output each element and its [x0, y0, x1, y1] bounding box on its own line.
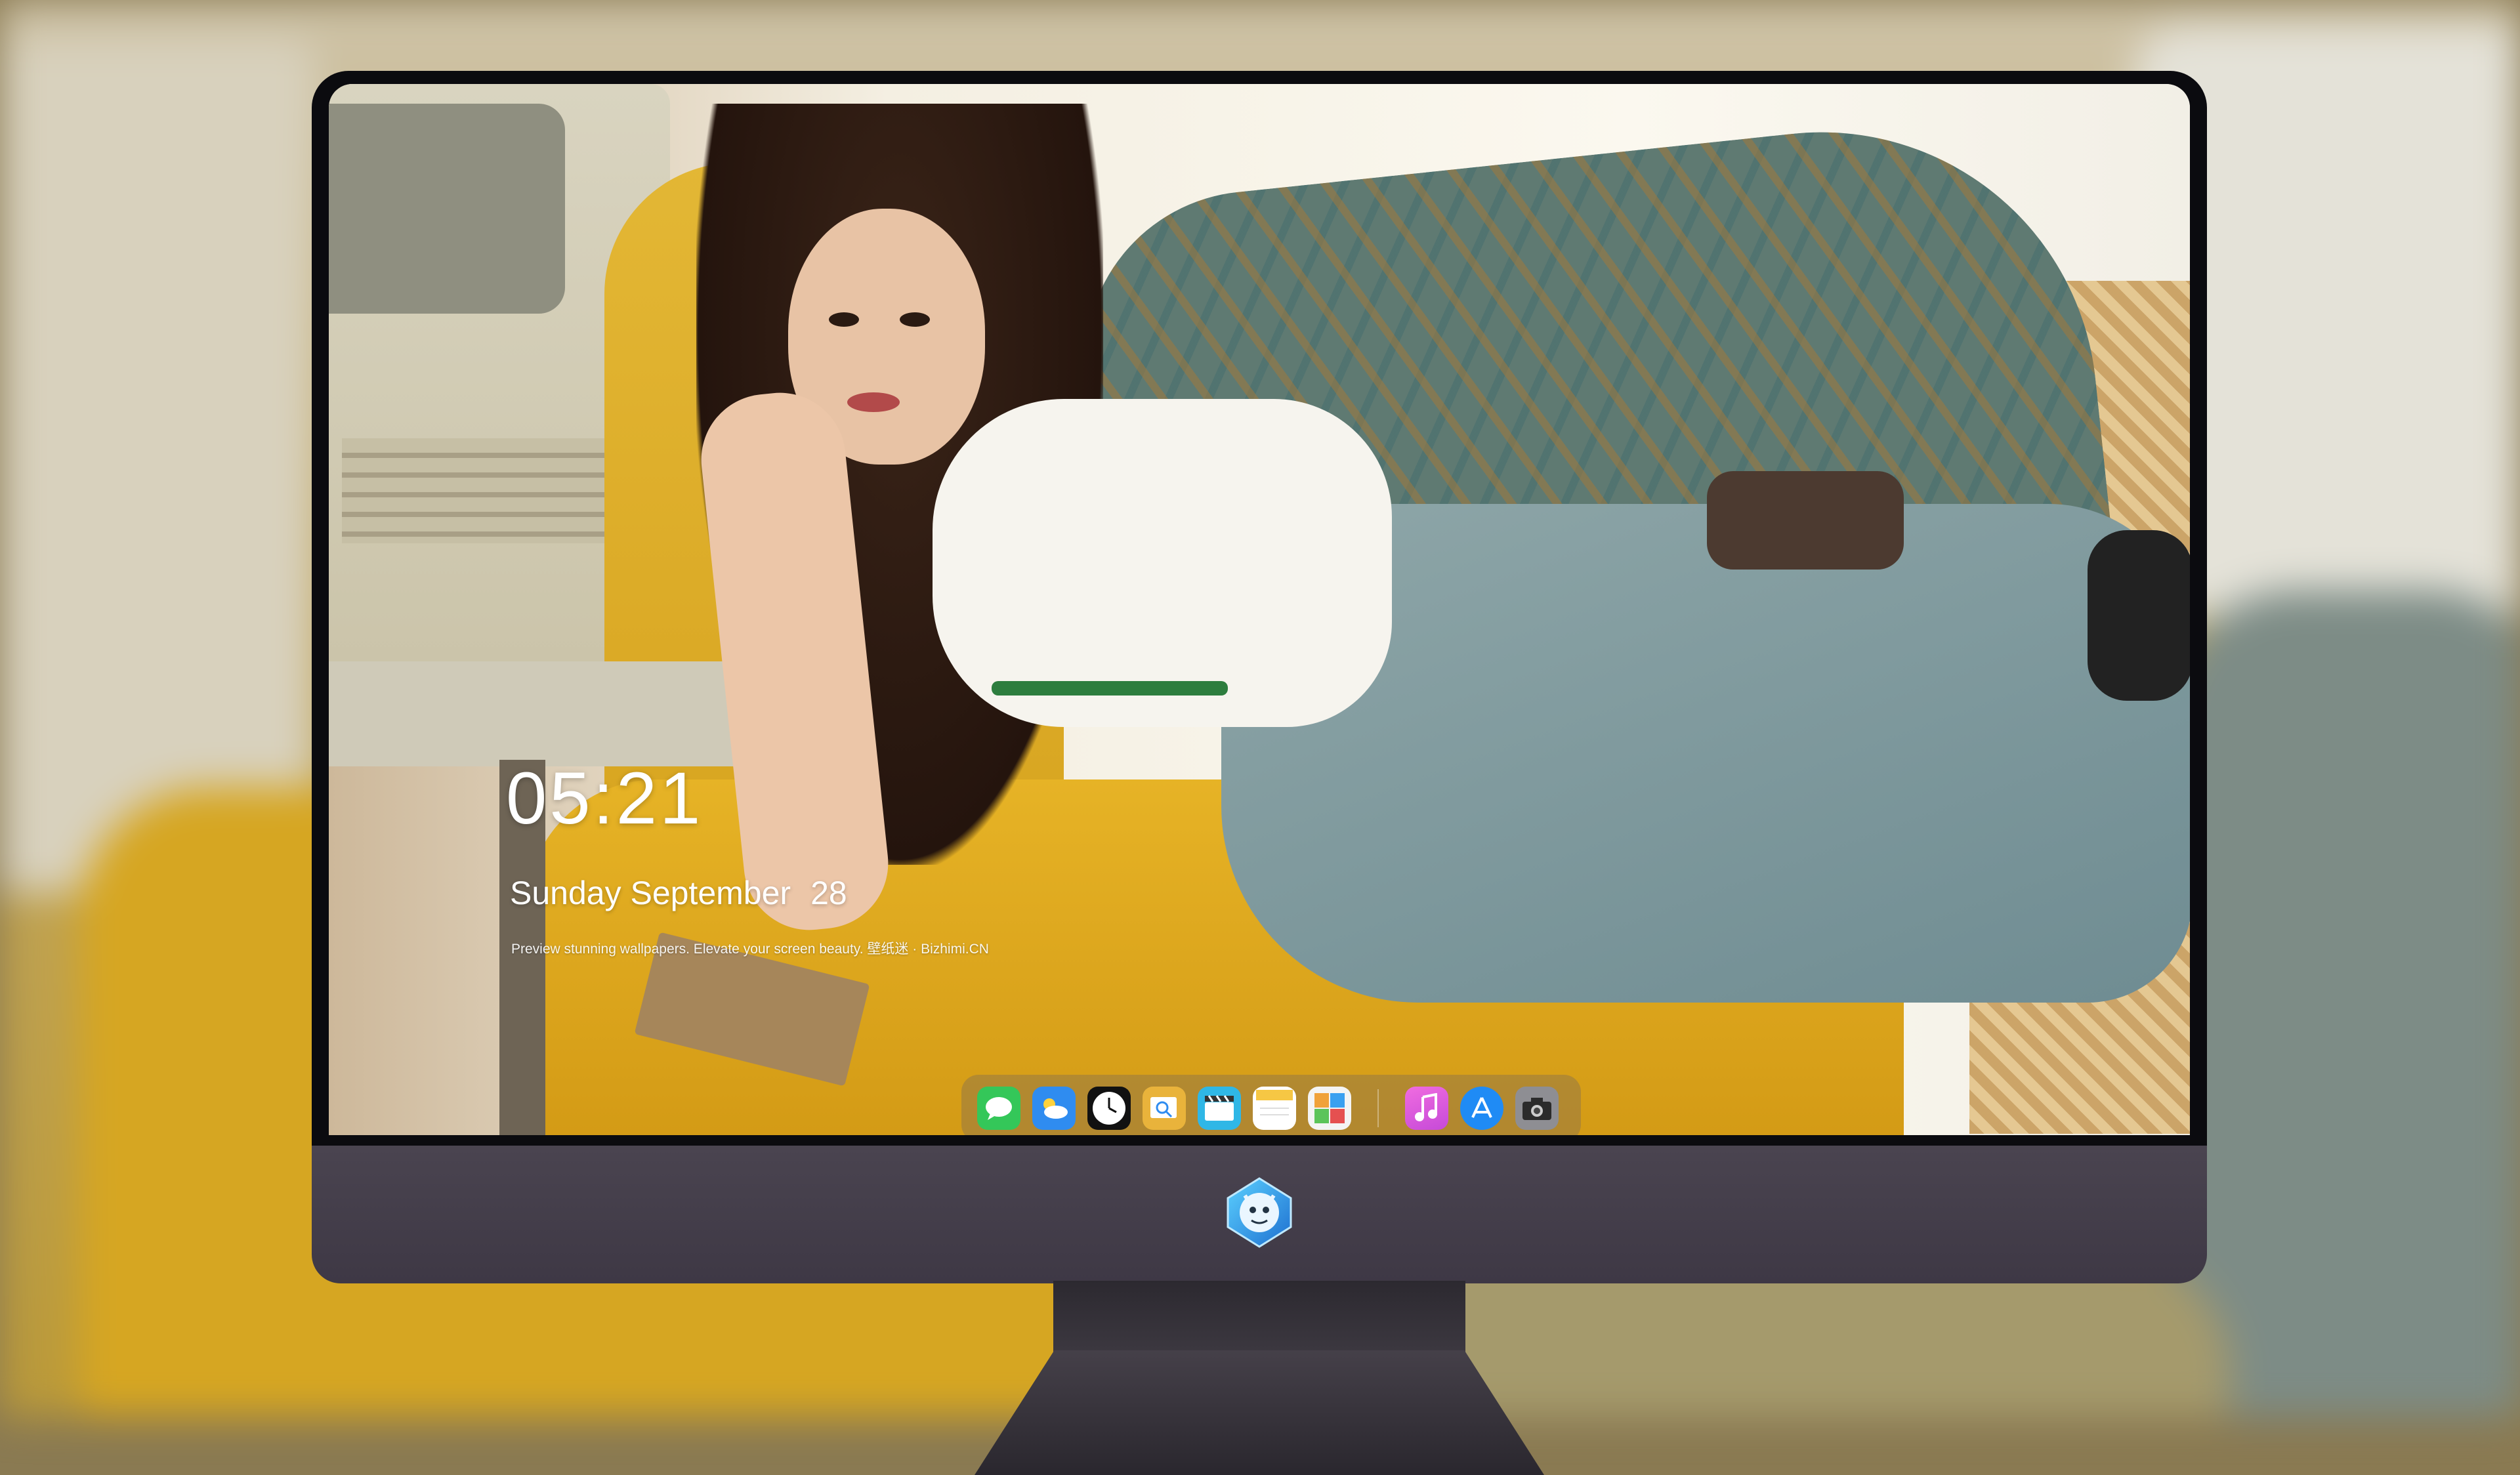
- camera-icon[interactable]: [1515, 1087, 1559, 1130]
- preview-icon[interactable]: [1143, 1087, 1186, 1130]
- lockscreen-time: 05:21: [506, 757, 704, 839]
- notes-icon[interactable]: [1253, 1087, 1296, 1130]
- messages-icon[interactable]: [977, 1087, 1020, 1130]
- dock-separator: [1377, 1089, 1379, 1127]
- dock: [961, 1075, 1581, 1135]
- monitor-stand-neck: [1053, 1281, 1465, 1353]
- video-clips-icon[interactable]: [1198, 1087, 1241, 1130]
- wallpaper-tagline: Preview stunning wallpapers. Elevate you…: [511, 942, 989, 957]
- weather-icon[interactable]: [1032, 1087, 1076, 1130]
- lockscreen-date: Sunday September 28: [510, 874, 847, 912]
- photo-frame-icon[interactable]: [1308, 1087, 1351, 1130]
- date-weekday-month: Sunday September: [510, 875, 791, 911]
- monitor: 05:21 Sunday September 28 Preview stunnin…: [312, 71, 2207, 1475]
- monitor-stand-base: [975, 1350, 1544, 1475]
- clock-icon[interactable]: [1087, 1087, 1131, 1130]
- date-day: 28: [810, 875, 847, 911]
- brand-logo-icon: [1223, 1176, 1296, 1249]
- wallpaper: [329, 84, 2190, 1135]
- music-icon[interactable]: [1405, 1087, 1448, 1130]
- app-store-icon[interactable]: [1460, 1087, 1503, 1130]
- monitor-screen: 05:21 Sunday September 28 Preview stunnin…: [329, 84, 2190, 1135]
- monitor-bezel: 05:21 Sunday September 28 Preview stunnin…: [312, 71, 2207, 1147]
